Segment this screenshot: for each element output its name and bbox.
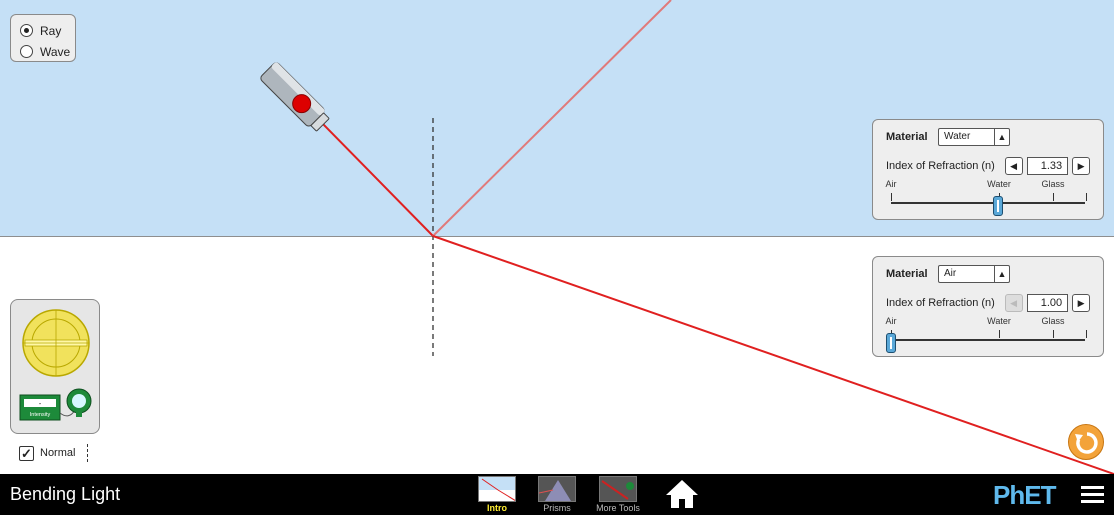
home-button[interactable] — [664, 478, 700, 510]
screen-label-prisms: Prisms — [543, 503, 571, 513]
screen-button-prisms[interactable]: Prisms — [531, 476, 583, 515]
normal-checkbox[interactable]: ✓ — [19, 445, 34, 461]
reflected-ray — [432, 0, 672, 237]
top-material-select[interactable]: Water ▲ — [938, 128, 1010, 146]
home-icon — [666, 480, 698, 508]
bottom-material-select[interactable]: Air ▲ — [938, 265, 1010, 283]
ray-radio-label: Ray — [40, 23, 62, 38]
menu-bar — [1081, 493, 1104, 496]
more-tools-screen-icon — [599, 476, 637, 502]
reset-all-button[interactable] — [1068, 424, 1104, 460]
phet-logo-text: PhET — [993, 480, 1056, 510]
intensity-meter-label: Intensity — [30, 412, 51, 418]
navigation-bar: Bending Light Intro Prisms More Tools Ph… — [0, 474, 1114, 515]
normal-checkbox-label: Normal — [40, 447, 76, 459]
reset-icon — [1075, 432, 1098, 454]
top-ior-slider[interactable]: Air Water Glass — [885, 179, 1090, 216]
normal-line-icon — [87, 444, 89, 462]
screen-label-more-tools: More Tools — [596, 503, 640, 513]
ior-label: Index of Refraction (n) — [886, 297, 995, 309]
ray-radio[interactable]: Ray — [20, 20, 75, 41]
ray-radio-indicator[interactable] — [20, 24, 33, 37]
light-mode-panel: Ray Wave — [10, 14, 76, 62]
protractor-icon[interactable] — [22, 309, 90, 377]
slider-track[interactable] — [891, 339, 1085, 341]
slider-tick — [999, 330, 1000, 338]
ior-label: Index of Refraction (n) — [886, 160, 995, 172]
screen-button-more-tools[interactable]: More Tools — [592, 476, 644, 515]
phet-logo[interactable]: PhET — [993, 480, 1056, 511]
top-slider-thumb[interactable] — [993, 196, 1004, 216]
bottom-ior-increment-button[interactable]: ▶ — [1072, 294, 1090, 312]
bottom-ior-value: 1.00 — [1026, 294, 1069, 312]
top-ior-increment-button[interactable]: ▶ — [1072, 157, 1090, 175]
wave-radio-label: Wave — [40, 44, 71, 59]
bottom-medium-panel: Material Air ▲ Index of Refraction (n) ◀… — [872, 256, 1104, 357]
intro-screen-icon — [478, 476, 516, 502]
screen-button-intro[interactable]: Intro — [471, 476, 523, 515]
bottom-ior-decrement-button[interactable]: ◀ — [1004, 294, 1023, 312]
combo-up-icon[interactable]: ▲ — [994, 129, 1009, 145]
top-ior-decrement-button[interactable]: ◀ — [1004, 157, 1023, 175]
incident-ray — [321, 122, 434, 237]
slider-tick — [1053, 193, 1054, 201]
bottom-ior-slider[interactable]: Air Water Glass — [885, 316, 1090, 353]
wave-radio-indicator[interactable] — [20, 45, 33, 58]
slider-label-water: Water — [987, 179, 1011, 189]
material-label: Material — [886, 268, 928, 280]
menu-button[interactable] — [1081, 486, 1104, 504]
intensity-meter-icon[interactable]: - Intensity — [19, 388, 92, 421]
slider-label-air: Air — [885, 179, 897, 189]
slider-label-water: Water — [987, 316, 1011, 326]
bottom-material-value: Air — [944, 268, 957, 279]
rays-layer — [259, 0, 1114, 474]
material-label: Material — [886, 131, 928, 143]
top-ior-value: 1.33 — [1026, 157, 1069, 175]
toolbox: - Intensity — [10, 299, 100, 434]
prisms-screen-icon — [538, 476, 576, 502]
slider-label-glass: Glass — [1041, 179, 1065, 189]
screen-label-intro: Intro — [487, 503, 507, 513]
slider-tick — [1086, 193, 1087, 201]
wave-radio[interactable]: Wave — [20, 41, 75, 62]
menu-bar — [1081, 486, 1104, 489]
slider-label-air: Air — [885, 316, 897, 326]
slider-track[interactable] — [891, 202, 1085, 204]
slider-label-glass: Glass — [1041, 316, 1065, 326]
play-area: Ray Wave Material Water ▲ Index of Refra… — [0, 0, 1114, 474]
bottom-slider-thumb[interactable] — [886, 333, 896, 353]
top-medium-panel: Material Water ▲ Index of Refraction (n)… — [872, 119, 1104, 220]
combo-up-icon[interactable]: ▲ — [994, 266, 1009, 282]
slider-tick — [1086, 330, 1087, 338]
menu-bar — [1081, 500, 1104, 503]
sim-title: Bending Light — [10, 484, 121, 504]
normal-checkbox-row[interactable]: ✓ Normal — [19, 444, 89, 462]
laser-pointer[interactable] — [259, 61, 331, 133]
slider-tick — [1053, 330, 1054, 338]
top-material-value: Water — [944, 131, 971, 142]
slider-tick — [891, 193, 892, 201]
